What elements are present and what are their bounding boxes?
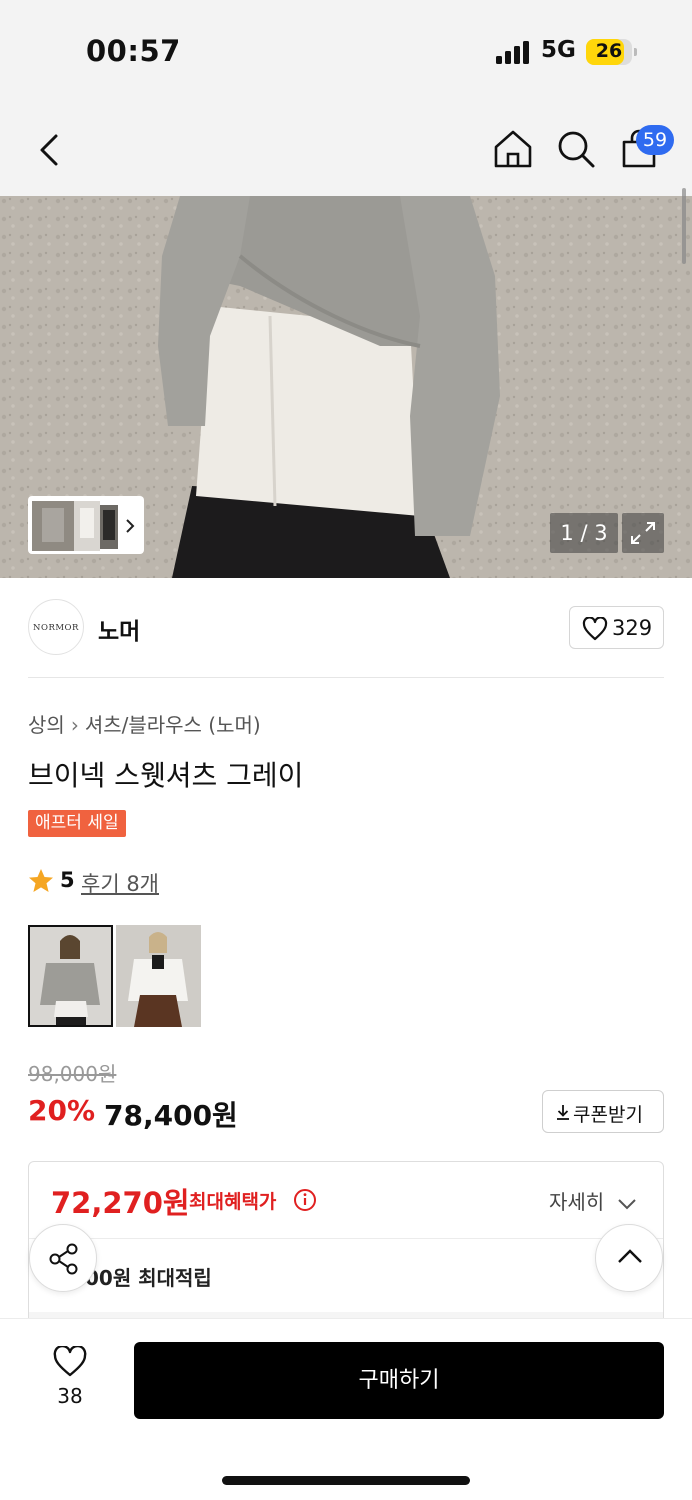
expand-button[interactable] — [622, 513, 664, 553]
breadcrumb: 상의 › 셔츠/블라우스 (노머) — [28, 709, 261, 738]
option-thumbnail-white[interactable] — [116, 925, 201, 1027]
clock: 00:57 — [86, 34, 181, 68]
coupon-label: 쿠폰받기 — [573, 1104, 643, 1126]
sale-tag: 애프터 세일 — [28, 810, 126, 837]
buy-button[interactable]: 구매하기 — [134, 1342, 664, 1419]
chevron-up-icon — [618, 1249, 642, 1263]
divider — [28, 677, 664, 678]
discount-rate: 20% — [28, 1094, 96, 1127]
breadcrumb-category[interactable]: 상의 — [28, 713, 65, 737]
max-benefit-price: 72,270원 — [51, 1186, 190, 1220]
battery-level: 26 — [595, 40, 623, 62]
option-thumbnail-grey[interactable] — [28, 925, 113, 1027]
brand-name[interactable]: 노머 — [98, 612, 140, 646]
battery-icon: 26 — [586, 39, 637, 65]
brand-like-button[interactable]: 329 — [569, 606, 664, 649]
breadcrumb-subcategory[interactable]: 셔츠/블라우스 (노머) — [85, 713, 261, 737]
coupon-button[interactable]: 쿠폰받기 — [542, 1090, 664, 1133]
heart-icon[interactable] — [52, 1346, 88, 1378]
status-bar: 00:57 5G 26 — [0, 0, 692, 104]
share-button[interactable] — [29, 1224, 97, 1292]
signal-icon — [496, 40, 532, 64]
divider — [29, 1238, 663, 1239]
benefit-detail-label: 자세히 — [549, 1190, 605, 1214]
gallery-thumbnail-strip[interactable] — [28, 496, 144, 554]
heart-icon — [582, 617, 608, 641]
home-icon[interactable] — [492, 128, 534, 170]
sale-price: 78,400원 — [104, 1099, 238, 1132]
max-benefit-label: 최대혜택가 — [189, 1191, 277, 1213]
max-points: 00원 최대적립 — [85, 1266, 212, 1290]
product-title: 브이넥 스웻셔츠 그레이 — [28, 759, 304, 792]
search-icon[interactable] — [555, 128, 597, 170]
original-price: 98,000원 — [28, 1062, 117, 1086]
chevron-down-icon — [617, 1198, 636, 1209]
info-icon[interactable] — [293, 1188, 317, 1212]
network-type: 5G — [541, 37, 576, 63]
wishlist-count: 38 — [57, 1384, 83, 1408]
share-icon — [49, 1243, 78, 1275]
home-indicator — [222, 1476, 470, 1485]
scroll-indicator — [682, 188, 686, 264]
chevron-right-icon: › — [70, 713, 79, 737]
brand-logo[interactable]: NORMOR — [28, 599, 84, 655]
rating-score: 5 — [60, 868, 75, 892]
chevron-left-icon[interactable] — [34, 130, 66, 170]
scroll-top-button[interactable] — [595, 1224, 663, 1292]
benefit-box: 72,270원 최대혜택가 자세히 00원 최대적립 — [28, 1161, 664, 1331]
review-link[interactable]: 후기 8개 — [81, 868, 159, 898]
expand-icon — [631, 522, 655, 544]
brand-like-count: 329 — [612, 616, 653, 640]
cart-badge: 59 — [636, 125, 674, 155]
download-icon — [557, 1105, 569, 1120]
star-icon — [29, 869, 53, 892]
benefit-detail-toggle[interactable]: 자세히 — [549, 1186, 637, 1215]
image-pager: 1 / 3 — [550, 513, 618, 553]
